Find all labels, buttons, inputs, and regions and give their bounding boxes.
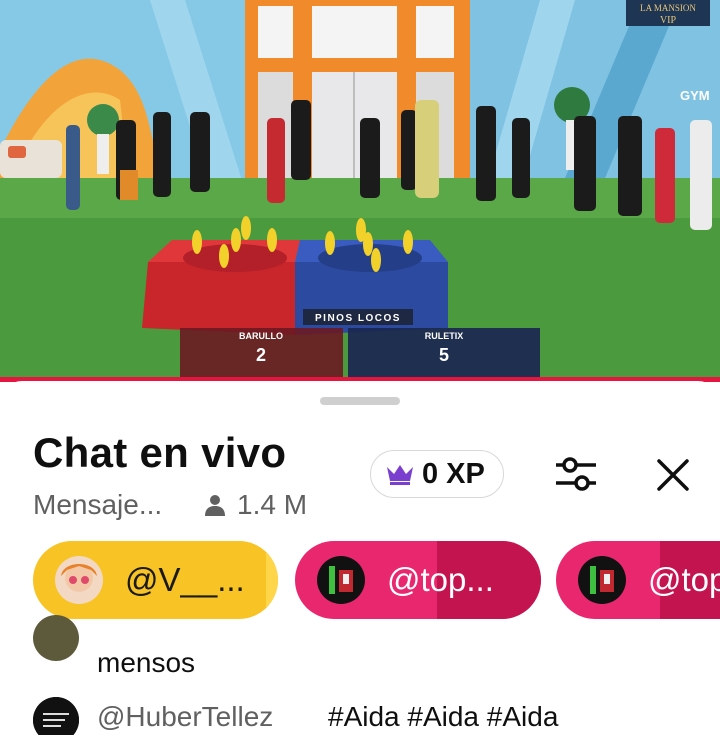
person-icon [205,495,225,516]
team-blue-score: 5 [439,345,449,365]
pinned-chip[interactable]: @V__... [33,541,278,619]
chip-username: @top... [387,561,494,598]
avatar[interactable] [33,615,79,661]
close-icon[interactable] [651,453,695,497]
avatar [317,556,365,604]
chat-message-author[interactable]: @HuberTellez [97,701,273,733]
live-chat-panel: Chat en vivo Mensaje... 1.4 M 0 XP @V__.… [0,381,720,735]
avatar[interactable] [33,697,79,735]
team-blue-name: RULETIX [425,331,464,341]
viewer-count-value: 1.4 M [237,489,308,520]
drag-handle[interactable] [320,397,400,405]
show-logo-line2: VIP [660,15,677,26]
chat-mode-selector[interactable]: Mensaje... [33,489,162,521]
gym-sign: GYM [680,88,710,103]
pinned-chip[interactable]: @top [556,541,720,619]
video-player[interactable]: LA MANSION VIP GYM PINOS LOCOS BARULLO 2… [0,0,720,378]
chat-title: Chat en vivo [33,429,287,476]
viewer-count: 1.4 M [203,489,307,521]
show-logo-line1: LA MANSION [640,3,696,13]
xp-label: 0 XP [422,457,485,490]
chat-message-text: mensos [97,647,196,678]
video-frame: LA MANSION VIP GYM PINOS LOCOS BARULLO 2… [0,0,720,378]
avatar [55,556,103,604]
pinned-chip[interactable]: @top... [295,541,541,619]
team-red-score: 2 [256,345,266,365]
chip-username: @top [648,561,720,598]
game-name: PINOS LOCOS [315,313,401,324]
sliders-icon[interactable] [552,453,600,495]
chip-username: @V__... [125,561,245,598]
team-red-name: BARULLO [239,331,283,341]
crown-icon [387,465,413,485]
xp-button[interactable]: 0 XP [370,450,504,498]
avatar [578,556,626,604]
chat-message-text: #Aida #Aida #Aida [328,701,559,732]
